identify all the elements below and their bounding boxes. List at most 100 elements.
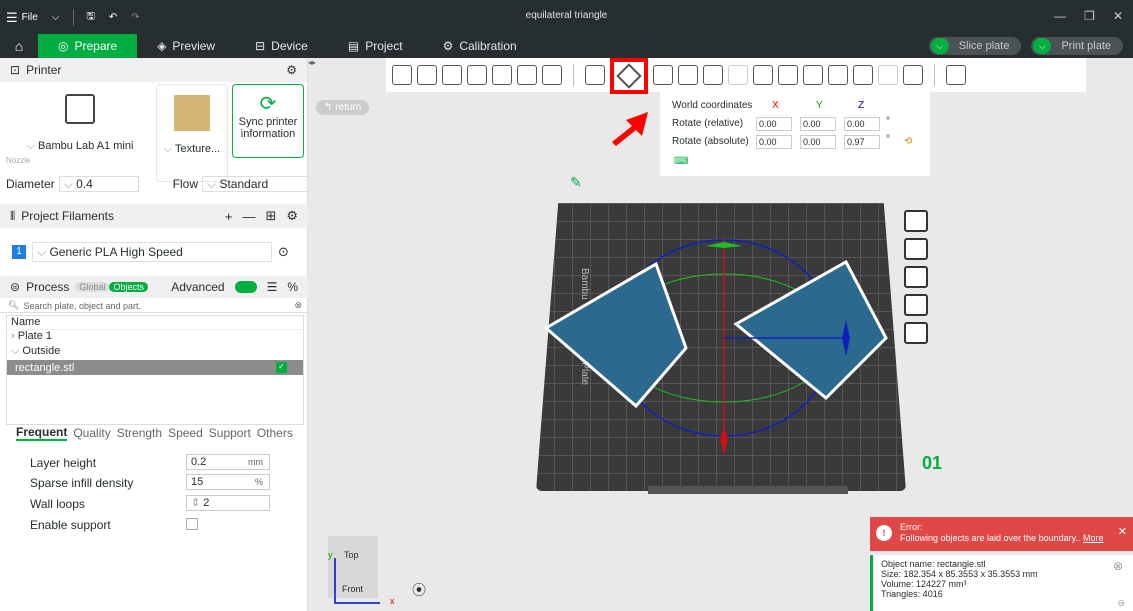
plate-settings-icon[interactable] (904, 322, 928, 344)
clear-search-icon[interactable]: ⊗ (294, 300, 302, 311)
scale-icon[interactable] (653, 65, 673, 85)
split-parts-icon[interactable] (517, 65, 537, 85)
flow-select[interactable]: ⌵ Standard (202, 176, 311, 192)
search-input[interactable]: Search plate, object and part. (23, 301, 141, 311)
diameter-select[interactable]: ⌵ 0.4 (58, 176, 139, 192)
add-plate-icon[interactable] (417, 65, 437, 85)
slice-plate-button[interactable]: ⌵ Slice plate (928, 37, 1022, 55)
restore-icon[interactable]: ❐ (1084, 9, 1095, 23)
close-icon[interactable]: ✕ (1113, 9, 1123, 23)
chevron-down-icon[interactable]: ⌵ (1033, 38, 1052, 54)
auto-orient-icon[interactable] (442, 65, 462, 85)
chevron-down-icon[interactable]: ⌵ (930, 38, 949, 54)
orient-plate-icon[interactable] (904, 238, 928, 260)
tab-speed[interactable]: Speed (168, 426, 203, 440)
reset-rotation-icon[interactable]: ⟲ (904, 136, 912, 147)
tab-calibration[interactable]: ⚙ Calibration (423, 34, 537, 58)
close-info-icon[interactable]: ⊗ (1113, 559, 1123, 573)
list-item[interactable]: ⌵ Outside (7, 345, 303, 360)
lay-on-face-icon[interactable] (678, 65, 698, 85)
abs-z-input[interactable]: 0.97 (844, 135, 880, 149)
view-icon[interactable] (946, 65, 966, 85)
tab-frequent[interactable]: Frequent (16, 425, 68, 441)
settings-icon[interactable]: ⚙ (286, 63, 297, 77)
advanced-switch[interactable] (234, 281, 257, 293)
tab-support[interactable]: Support (209, 426, 251, 440)
view-top-label[interactable]: Top (344, 550, 359, 560)
collapse-icon[interactable]: ◂▸ (308, 58, 316, 67)
more-icon[interactable]: ⊙ (278, 244, 289, 260)
abs-x-input[interactable]: 0.00 (756, 135, 792, 149)
color-paint-icon[interactable] (828, 65, 848, 85)
add-object-icon[interactable] (392, 65, 412, 85)
tab-device[interactable]: ⊟ Device (235, 34, 328, 58)
y-label: Y (816, 100, 823, 111)
rel-x-input[interactable]: 0.00 (756, 117, 792, 131)
edit-pencil-icon[interactable]: ✎ (570, 174, 582, 191)
arrange-icon[interactable] (467, 65, 487, 85)
split-objects-icon[interactable] (492, 65, 512, 85)
minimize-icon[interactable]: — (1054, 9, 1066, 23)
sync-printer-button[interactable]: ⟳ Sync printer information (232, 84, 304, 158)
mesh-boolean-icon[interactable] (903, 65, 923, 85)
filament-icon: ⦀ (10, 208, 16, 223)
wall-loops-input[interactable]: ⇕ 2 (186, 495, 270, 511)
percent-icon[interactable]: % (287, 280, 298, 294)
text-icon[interactable] (803, 65, 823, 85)
list-item-selected[interactable]: rectangle.stl ✓ (7, 360, 303, 375)
flow-label: Flow (172, 177, 199, 191)
support-paint-icon[interactable] (753, 65, 773, 85)
tab-project[interactable]: ▤ Project (328, 34, 423, 58)
assembly-icon[interactable] (878, 65, 898, 85)
layer-height-input[interactable]: 0.2 mm (186, 454, 270, 470)
list-item[interactable]: › Plate 1 (7, 330, 303, 345)
error-more-link[interactable]: More (1083, 533, 1104, 543)
keyboard-icon[interactable]: ⌨ (674, 156, 688, 167)
tab-strength[interactable]: Strength (117, 426, 162, 440)
tab-preview[interactable]: ◈ Preview (137, 34, 235, 58)
tab-prepare[interactable]: ◎ Prepare (38, 34, 138, 58)
tab-quality[interactable]: Quality (73, 426, 110, 440)
enable-support-checkbox[interactable] (186, 518, 198, 530)
rotate-icon-highlighted[interactable] (610, 58, 648, 94)
move-icon[interactable] (585, 65, 605, 85)
preview-icon: ◈ (157, 39, 167, 53)
add-icon[interactable]: + (225, 209, 233, 224)
list-icon[interactable]: ☰ (267, 280, 278, 294)
fit-view-icon[interactable]: ⦿ (412, 580, 426, 600)
home-icon[interactable]: ⌂ (0, 34, 38, 58)
filament-slot[interactable]: 1 (12, 245, 26, 259)
filament-select[interactable]: ⌵ Generic PLA High Speed (32, 242, 272, 262)
name-column-header: Name (7, 316, 303, 330)
return-button[interactable]: ↰ return (316, 100, 370, 115)
lock-plate-icon[interactable] (904, 294, 928, 316)
layers-icon[interactable] (542, 65, 562, 85)
infill-density-input[interactable]: 15% (186, 474, 270, 490)
abs-y-input[interactable]: 0.00 (800, 135, 836, 149)
rel-y-input[interactable]: 0.00 (800, 117, 836, 131)
global-toggle[interactable]: Global (75, 282, 110, 292)
settings-icon[interactable]: ⚙ (286, 208, 298, 224)
measure-icon[interactable] (853, 65, 873, 85)
object-list: Name › Plate 1 ⌵ Outside rectangle.stl ✓ (6, 315, 304, 425)
printer-card[interactable]: ⌵ Bambu Lab A1 mini (10, 84, 150, 182)
view-front-label[interactable]: Front (342, 584, 363, 594)
print-plate-button[interactable]: ⌵ Print plate (1031, 37, 1123, 55)
cut-icon[interactable] (703, 65, 723, 85)
printer-icon: ⊡ (10, 63, 21, 77)
stepper-icon[interactable]: ⇕ (191, 497, 203, 509)
close-error-icon[interactable]: ✕ (1118, 525, 1127, 538)
tab-others[interactable]: Others (257, 426, 293, 440)
boolean-icon[interactable] (728, 65, 748, 85)
arrange-plate-icon[interactable] (904, 266, 928, 288)
sync-filament-icon[interactable]: ⊞ (265, 208, 276, 224)
seam-paint-icon[interactable] (778, 65, 798, 85)
collapse-info-icon[interactable]: ⊖ (1117, 598, 1125, 609)
plate-card[interactable]: ⌵ Texture... (156, 84, 228, 182)
delete-plate-icon[interactable] (904, 210, 928, 232)
rel-z-input[interactable]: 0.00 (844, 117, 880, 131)
remove-icon[interactable]: — (242, 209, 255, 224)
param-label: Layer height (30, 456, 97, 470)
objects-toggle[interactable]: Objects (109, 282, 148, 292)
check-icon[interactable]: ✓ (276, 362, 287, 373)
